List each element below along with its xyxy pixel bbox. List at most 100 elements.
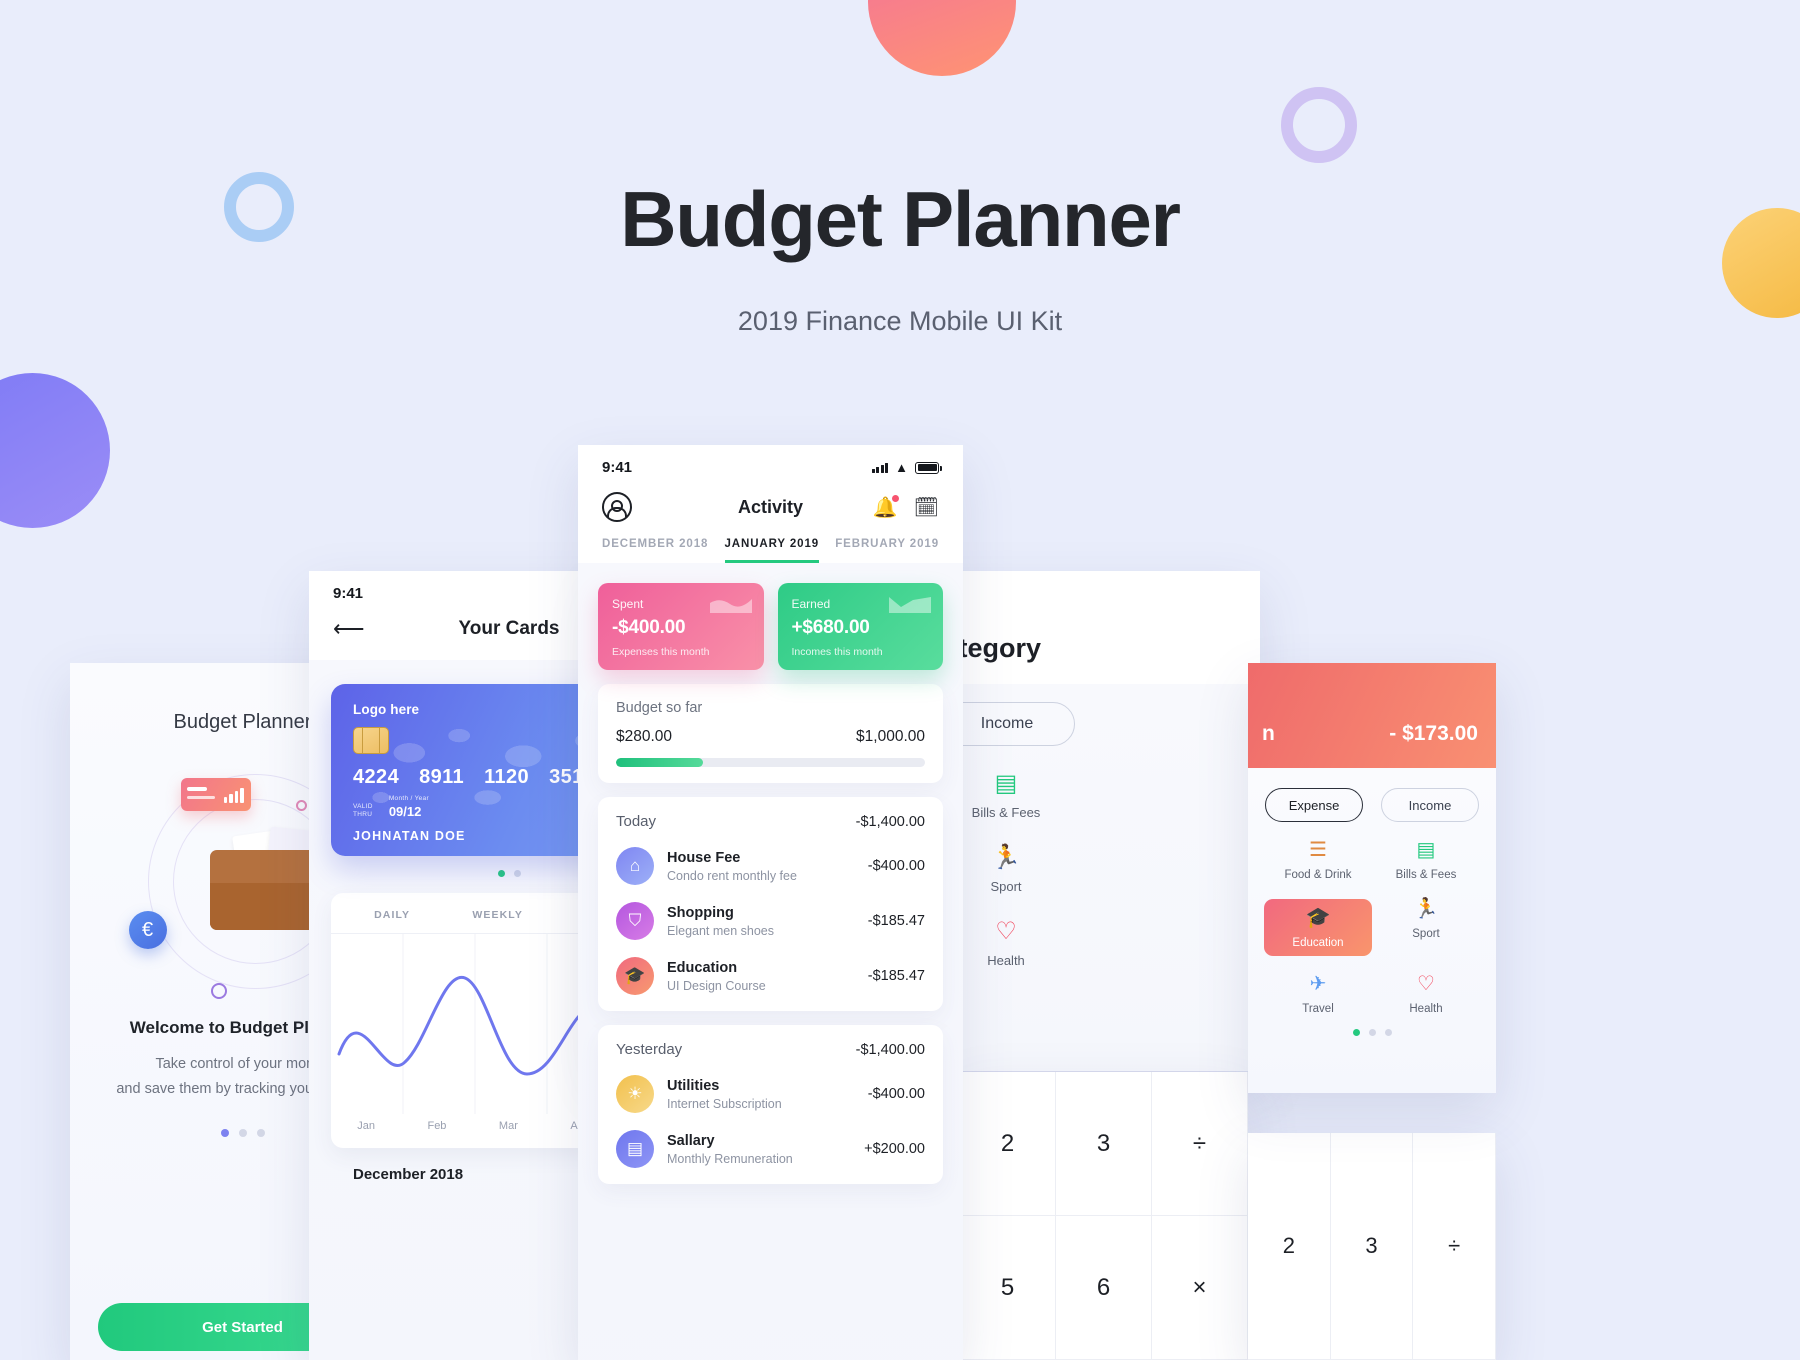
transaction-amount: +$200.00 — [864, 1141, 925, 1157]
summary-card-spent[interactable]: Spent -$400.00 Expenses this month — [598, 583, 764, 670]
keypad-key[interactable]: 2 — [1248, 1133, 1331, 1360]
summary-value: +$680.00 — [791, 617, 870, 638]
card-valid-value: 09/12 — [388, 804, 422, 820]
category-bills-fees[interactable]: ▤ Bills & Fees — [1372, 840, 1480, 881]
transaction-row[interactable]: ☀ Utilities Internet Subscription -$400.… — [616, 1075, 925, 1113]
transaction-row[interactable]: ▤ Sallary Monthly Remuneration +$200.00 — [616, 1130, 925, 1168]
activity-content: Spent -$400.00 Expenses this month Earne… — [578, 563, 963, 1360]
stethoscope-icon: ♡ — [995, 918, 1017, 945]
calendar-icon[interactable]: 🗓 — [914, 495, 939, 520]
keypad-key[interactable]: × — [1152, 1216, 1248, 1360]
decor-dot-purple — [210, 983, 227, 999]
burger-icon: ☰ — [1309, 839, 1327, 861]
keypad-key[interactable]: ÷ — [1152, 1072, 1248, 1216]
transaction-desc: Condo rent monthly fee — [667, 868, 797, 883]
signal-icon — [871, 462, 889, 473]
category-placeholder — [1082, 772, 1234, 820]
card-chip-icon — [353, 727, 389, 754]
runner-icon: 🏃 — [1413, 898, 1439, 920]
keypad-key[interactable]: ÷ — [1413, 1133, 1496, 1360]
screen-keypad-left: 2 3 ÷ 5 6 × — [960, 1072, 1248, 1360]
transaction-amount: -$400.00 — [867, 858, 925, 874]
keypad-key[interactable]: 2 — [960, 1072, 1056, 1216]
keypad-key[interactable]: 6 — [1056, 1216, 1152, 1360]
keypad-grid[interactable]: 2 3 ÷ — [1248, 1133, 1496, 1360]
stethoscope-icon: ♡ — [1417, 973, 1435, 995]
decor-circle-pink — [868, 0, 1016, 76]
page-title: Budget Planner — [620, 175, 1181, 263]
segment-expense[interactable]: Expense — [1265, 788, 1363, 822]
section-total: -$1,400.00 — [855, 1042, 925, 1058]
x-tick: Mar — [498, 1120, 518, 1132]
category-placeholder — [1082, 920, 1234, 968]
transaction-desc: UI Design Course — [667, 978, 766, 993]
transaction-row[interactable]: ⛉ Shopping Elegant men shoes -$185.47 — [616, 902, 925, 940]
screen-category-detail: n - $173.00 Expense Income ☰ Food & Drin… — [1248, 663, 1496, 1093]
keypad-key[interactable]: 3 — [1056, 1072, 1152, 1216]
transaction-desc: Elegant men shoes — [667, 923, 775, 938]
transaction-amount: -$400.00 — [867, 1086, 925, 1102]
money-icon: ▤ — [1416, 839, 1436, 861]
decor-dot-pink — [295, 800, 307, 811]
category-travel[interactable]: ✈ Travel — [1264, 974, 1372, 1015]
card-number-group: 1120 — [484, 766, 530, 788]
decor-circle-violet — [0, 373, 110, 528]
section-title: Today — [616, 813, 657, 830]
summary-value: -$400.00 — [612, 617, 686, 638]
budget-target: $1,000.00 — [856, 728, 925, 745]
keypad-key[interactable]: 3 — [1330, 1133, 1414, 1360]
summary-label: Earned — [791, 597, 831, 611]
section-header: Today -$1,400.00 — [616, 813, 925, 830]
tab-december-2018[interactable]: DECEMBER 2018 — [602, 538, 708, 563]
budget-title: Budget so far — [616, 700, 703, 716]
category-sport[interactable]: 🏃 Sport — [1372, 899, 1480, 956]
status-time: 9:41 — [602, 459, 633, 476]
runner-icon: 🏃 — [991, 844, 1021, 871]
budget-progress-bar — [616, 758, 925, 767]
summary-row: Spent -$400.00 Expenses this month Earne… — [598, 583, 943, 670]
transaction-row[interactable]: ⌂ House Fee Condo rent monthly fee -$400… — [616, 847, 925, 885]
transaction-name: Shopping — [667, 904, 734, 921]
category-health[interactable]: ♡ Health — [1372, 974, 1480, 1015]
category-grid: ☰ Food & Drink ▤ Bills & Fees 🎓 Educatio… — [1264, 840, 1480, 1015]
wifi-icon: ▲ — [895, 460, 908, 475]
type-segments[interactable]: Expense Income — [1264, 788, 1480, 822]
section-total: -$1,400.00 — [855, 814, 925, 830]
tab-daily[interactable]: DAILY — [374, 909, 410, 933]
category-education-selected[interactable]: 🎓 Education — [1264, 899, 1372, 956]
category-label: Bills & Fees — [1395, 869, 1457, 881]
transaction-amount: -$185.47 — [867, 913, 925, 929]
tab-january-2019[interactable]: JANUARY 2019 — [724, 538, 820, 563]
segment-income[interactable]: Income — [1381, 788, 1479, 822]
bulb-icon: ☀ — [616, 1075, 654, 1113]
battery-icon — [915, 461, 942, 474]
category-label: Health — [987, 953, 1025, 968]
status-icons: ▲ — [871, 460, 942, 475]
tab-weekly[interactable]: WEEKLY — [472, 909, 523, 933]
transaction-amount: -$185.47 — [867, 968, 925, 984]
keypad-key[interactable]: 5 — [960, 1216, 1056, 1360]
category-detail-amount: - $173.00 — [1389, 722, 1478, 745]
category-food-drink[interactable]: ☰ Food & Drink — [1264, 840, 1372, 881]
activity-navbar: Activity 🔔 🗓 — [578, 480, 963, 538]
keypad-grid[interactable]: 2 3 ÷ 5 6 × — [960, 1072, 1248, 1360]
section-today: Today -$1,400.00 ⌂ House Fee Condo rent … — [598, 797, 943, 1011]
summary-label: Spent — [612, 597, 644, 611]
card-number-group: 8911 — [419, 766, 465, 788]
hero-header: Budget Planner 2019 Finance Mobile UI Ki… — [0, 180, 1800, 337]
screen-activity: 9:41 ▲ Activity 🔔 🗓 DECEMBER 2018 JANUAR… — [578, 445, 963, 1360]
card-valid-label: VALID THRU — [353, 802, 373, 818]
transaction-desc: Monthly Remuneration — [667, 1151, 793, 1166]
transaction-row[interactable]: 🎓 Education UI Design Course -$185.47 — [616, 957, 925, 995]
category-label: Travel — [1302, 1003, 1334, 1015]
category-detail-title: n — [1262, 722, 1275, 745]
x-tick: Feb — [427, 1120, 447, 1132]
tab-february-2019[interactable]: FEBRUARY 2019 — [835, 538, 939, 563]
month-tabs[interactable]: DECEMBER 2018 JANUARY 2019 FEBRUARY 2019 — [578, 538, 963, 563]
category-label: Health — [1409, 1003, 1443, 1015]
card-valid-meta: Month / Year — [388, 795, 429, 802]
decor-ring-purple — [1281, 87, 1357, 163]
category-pager[interactable] — [1264, 1029, 1480, 1036]
summary-card-earned[interactable]: Earned +$680.00 Incomes this month — [777, 583, 943, 670]
bell-icon[interactable]: 🔔 — [873, 494, 899, 520]
